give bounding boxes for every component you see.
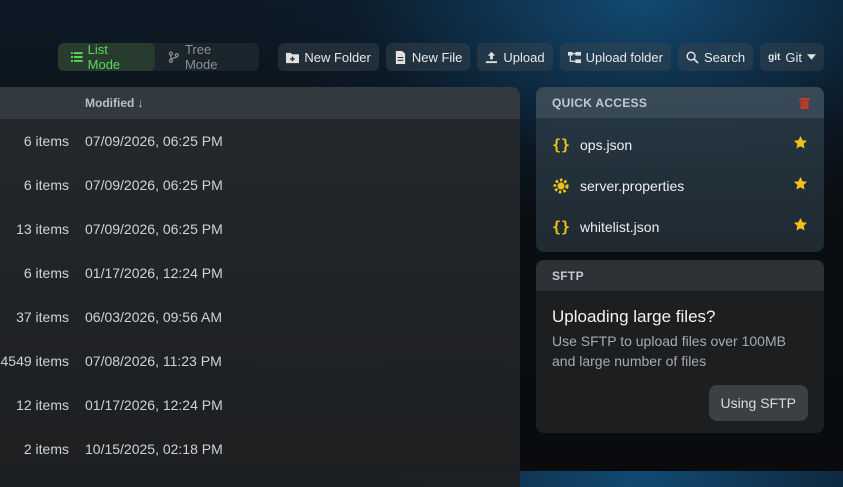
modified-date: 01/17/2026, 12:24 PM — [85, 265, 223, 281]
branch-icon — [169, 51, 180, 63]
quick-access-card: QUICK ACCESS {} ops.json server.properties… — [536, 87, 824, 252]
modified-date: 06/03/2026, 09:56 AM — [85, 309, 222, 325]
search-button[interactable]: Search — [677, 43, 754, 71]
upload-label: Upload — [503, 49, 545, 65]
table-row[interactable]: 6 items 07/09/2026, 06:25 PM — [0, 119, 520, 163]
git-icon: git — [768, 51, 781, 63]
table-row[interactable]: 13 items 07/09/2026, 06:25 PM — [0, 207, 520, 251]
folder-tree-icon — [567, 51, 581, 63]
file-toolbar: List Mode Tree Mode New Folder New File … — [58, 42, 824, 72]
item-count: 13 items — [16, 221, 69, 237]
list-mode-button[interactable]: List Mode — [58, 42, 156, 72]
quick-access-item-name: ops.json — [580, 137, 633, 153]
item-count: 37 items — [16, 309, 69, 325]
table-row[interactable]: 6 items 01/17/2026, 12:24 PM — [0, 251, 520, 295]
modified-date: 07/08/2026, 11:23 PM — [85, 353, 222, 369]
sftp-description: Use SFTP to upload files over 100MB and … — [552, 333, 786, 369]
list-mode-label: List Mode — [87, 42, 121, 72]
properties-file-icon — [552, 177, 572, 195]
table-row[interactable]: 12 items 01/17/2026, 12:24 PM — [0, 383, 520, 427]
git-label: Git — [785, 49, 802, 65]
table-row[interactable]: 4549 items 07/08/2026, 11:23 PM — [0, 339, 520, 383]
item-count: 4549 items — [0, 353, 69, 369]
quick-access-item-name: server.properties — [580, 178, 685, 194]
upload-folder-button[interactable]: Upload folder — [559, 43, 671, 71]
item-count: 12 items — [16, 397, 69, 413]
tree-mode-label: Tree Mode — [184, 42, 218, 72]
search-label: Search — [703, 49, 746, 65]
search-icon — [686, 50, 699, 64]
table-row[interactable]: 37 items 06/03/2026, 09:56 AM — [0, 295, 520, 339]
modified-date: 07/09/2026, 06:25 PM — [85, 133, 223, 149]
star-icon[interactable] — [793, 217, 808, 232]
new-folder-button[interactable]: New Folder — [278, 43, 379, 71]
item-count: 2 items — [23, 441, 69, 457]
star-icon[interactable] — [793, 176, 808, 191]
file-list-panel: Modified ↓ 6 items 07/09/2026, 06:25 PM 6 … — [0, 87, 520, 487]
modified-date: 07/09/2026, 06:25 PM — [85, 177, 223, 193]
sftp-card: SFTP Uploading large files? Use SFTP to … — [536, 260, 824, 433]
json-file-icon: {} — [552, 218, 572, 236]
using-sftp-button[interactable]: Using SFTP — [708, 385, 808, 421]
file-icon — [395, 50, 405, 64]
table-row[interactable]: 2 items 10/15/2025, 02:18 PM — [0, 427, 520, 471]
tree-mode-button[interactable]: Tree Mode — [155, 42, 258, 72]
quick-access-item[interactable]: server.properties — [536, 165, 824, 206]
upload-button[interactable]: Upload — [477, 43, 553, 71]
new-file-label: New File — [411, 49, 463, 65]
new-folder-label: New Folder — [304, 49, 371, 65]
upload-folder-label: Upload folder — [585, 49, 663, 65]
quick-access-item-name: whitelist.json — [580, 219, 660, 235]
modified-column-header[interactable]: Modified ↓ — [85, 96, 144, 110]
trash-icon[interactable] — [799, 97, 810, 109]
folder-plus-icon — [286, 52, 300, 63]
new-file-button[interactable]: New File — [385, 43, 471, 71]
quick-access-item[interactable]: {} ops.json — [536, 124, 824, 165]
sftp-heading: Uploading large files? — [552, 307, 716, 326]
modified-date: 07/09/2026, 06:25 PM — [85, 221, 223, 237]
quick-access-item[interactable]: {} whitelist.json — [536, 206, 824, 247]
quick-access-title: QUICK ACCESS — [552, 96, 648, 110]
list-icon — [71, 52, 83, 62]
modified-date: 10/15/2025, 02:18 PM — [85, 441, 223, 457]
sftp-title: SFTP — [552, 269, 584, 283]
file-list-rows: 6 items 07/09/2026, 06:25 PM 6 items 07/09/… — [0, 119, 520, 471]
item-count: 6 items — [23, 265, 69, 281]
item-count: 6 items — [23, 177, 69, 193]
svg-text:{}: {} — [552, 136, 570, 154]
file-list-header: Modified ↓ — [0, 87, 520, 119]
quick-access-header: QUICK ACCESS — [536, 87, 824, 118]
json-file-icon: {} — [552, 136, 572, 154]
quick-access-list: {} ops.json server.properties {} whitelist.j… — [536, 118, 824, 247]
table-row[interactable]: 6 items 07/09/2026, 06:25 PM — [0, 163, 520, 207]
item-count: 6 items — [23, 133, 69, 149]
modified-date: 01/17/2026, 12:24 PM — [85, 397, 223, 413]
view-mode-toggle: List Mode Tree Mode — [58, 42, 259, 72]
git-dropdown-button[interactable]: git Git — [760, 43, 824, 71]
upload-icon — [486, 51, 498, 63]
chevron-down-icon — [807, 54, 816, 60]
star-icon[interactable] — [793, 135, 808, 150]
svg-text:{}: {} — [552, 218, 570, 236]
sftp-header: SFTP — [536, 260, 824, 291]
